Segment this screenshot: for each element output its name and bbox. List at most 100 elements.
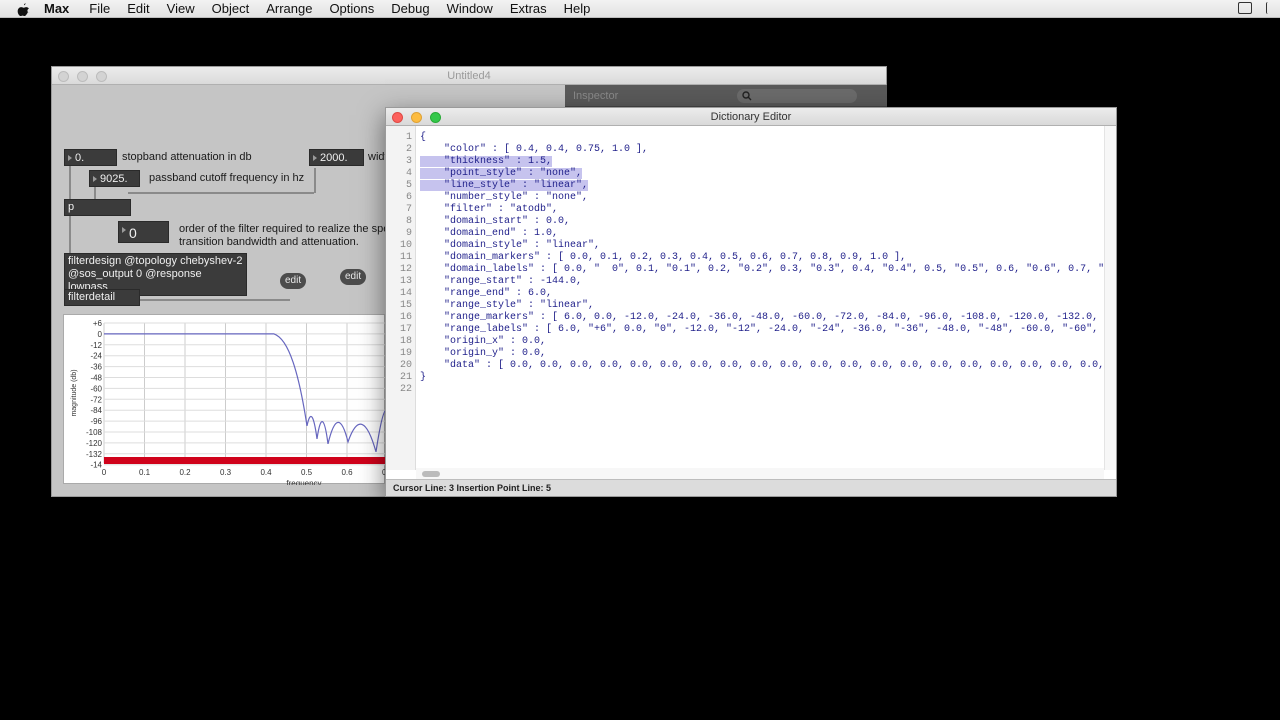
passband-number-box[interactable]: 9025. — [89, 170, 140, 187]
code-text: "origin_x" : 0.0, — [420, 336, 547, 347]
filterdetail-object[interactable]: filterdetail — [64, 289, 140, 306]
bluetooth-icon[interactable] — [1266, 2, 1274, 14]
y-tick-label: -120 — [86, 439, 103, 448]
menu-view[interactable]: View — [167, 1, 195, 16]
line-number: 20 — [399, 360, 412, 371]
dict-titlebar[interactable]: Dictionary Editor — [386, 108, 1116, 126]
x-tick-label: 0.3 — [220, 468, 232, 477]
patch-cord[interactable] — [128, 192, 314, 194]
zoom-button[interactable] — [96, 71, 107, 82]
line-number: 18 — [399, 336, 412, 347]
stopband-number-box[interactable]: 0. — [64, 149, 117, 166]
dict-window-controls — [392, 112, 441, 123]
patch-cord[interactable] — [314, 168, 316, 193]
code-line[interactable]: 7 "filter" : "atodb", — [386, 204, 1106, 216]
code-line[interactable]: 14 "range_end" : 6.0, — [386, 288, 1106, 300]
line-number: 15 — [399, 300, 412, 311]
order-number-box[interactable]: 0 — [118, 221, 169, 243]
line-number: 3 — [405, 156, 412, 167]
code-line[interactable]: 16 "range_markers" : [ 6.0, 0.0, -12.0, … — [386, 312, 1116, 324]
code-line[interactable]: 13 "range_start" : -144.0, — [386, 276, 1106, 288]
menu-extras[interactable]: Extras — [510, 1, 547, 16]
line-number: 19 — [399, 348, 412, 359]
code-text: "domain_style" : "linear", — [420, 240, 601, 251]
filter-response-plot: 00.10.20.30.40.50.60.70+60-12-24-36-48-6… — [71, 319, 386, 485]
code-line[interactable]: 3 "thickness" : 1.5, — [386, 156, 1106, 168]
code-text: "domain_markers" : [ 0.0, 0.1, 0.2, 0.3,… — [420, 252, 907, 263]
dict-zoom-button[interactable] — [430, 112, 441, 123]
code-text: "point_style" : "none", — [420, 168, 583, 179]
code-line[interactable]: 11 "domain_markers" : [ 0.0, 0.1, 0.2, 0… — [386, 252, 1106, 264]
x-tick-label: 0.6 — [341, 468, 353, 477]
line-number: 16 — [399, 312, 412, 323]
scroll-thumb[interactable] — [422, 471, 440, 477]
y-tick-label: -48 — [90, 374, 102, 383]
code-line[interactable]: 12 "domain_labels" : [ 0.0, " 0", 0.1, "… — [386, 264, 1116, 276]
close-button[interactable] — [58, 71, 69, 82]
code-line[interactable]: 2 "color" : [ 0.4, 0.4, 0.75, 1.0 ], — [386, 144, 1106, 156]
line-number: 22 — [399, 384, 412, 395]
code-line[interactable]: 20 "data" : [ 0.0, 0.0, 0.0, 0.0, 0.0, 0… — [386, 360, 1116, 372]
code-line[interactable]: 21} — [386, 372, 1106, 384]
code-line[interactable]: 5 "line_style" : "linear", — [386, 180, 1106, 192]
window-controls — [58, 71, 107, 82]
menu-options[interactable]: Options — [329, 1, 374, 16]
passband-comment: passband cutoff frequency in hz — [149, 172, 305, 184]
code-line[interactable]: 8 "domain_start" : 0.0, — [386, 216, 1106, 228]
line-number: 2 — [405, 144, 412, 155]
code-line[interactable]: 19 "origin_y" : 0.0, — [386, 348, 1106, 360]
code-text: "thickness" : 1.5, — [420, 156, 553, 167]
menu-window[interactable]: Window — [447, 1, 493, 16]
patch-cord[interactable] — [140, 299, 290, 301]
edit-message-1[interactable]: edit — [280, 273, 307, 289]
code-text: "color" : [ 0.4, 0.4, 0.75, 1.0 ], — [420, 144, 649, 155]
inspector-panel: Inspector — [565, 85, 887, 107]
minimize-button[interactable] — [77, 71, 88, 82]
y-tick-label: -96 — [90, 417, 102, 426]
code-text: "range_start" : -144.0, — [420, 276, 583, 287]
display-icon[interactable] — [1238, 2, 1252, 14]
apple-icon[interactable] — [16, 2, 30, 16]
code-text: "filter" : "atodb", — [420, 204, 559, 215]
menu-edit[interactable]: Edit — [127, 1, 149, 16]
patcher-titlebar[interactable]: Untitled4 — [52, 67, 886, 85]
y-tick-label: -132 — [86, 450, 103, 459]
code-line[interactable]: 22 — [386, 384, 1106, 396]
code-text: "line_style" : "linear", — [420, 180, 589, 191]
dict-text-editor[interactable]: 1{2 "color" : [ 0.4, 0.4, 0.75, 1.0 ], 3 … — [386, 126, 1116, 470]
menu-arrange[interactable]: Arrange — [266, 1, 312, 16]
code-line[interactable]: 9 "domain_end" : 1.0, — [386, 228, 1106, 240]
y-tick-label: +6 — [93, 319, 103, 328]
dict-close-button[interactable] — [392, 112, 403, 123]
code-text: "range_end" : 6.0, — [420, 288, 553, 299]
code-text: } — [420, 372, 427, 383]
filterdesign-line1: filterdesign @topology chebyshev-2 — [68, 255, 243, 267]
code-line[interactable]: 4 "point_style" : "none", — [386, 168, 1106, 180]
filter-response-graph[interactable]: 00.10.20.30.40.50.60.70+60-12-24-36-48-6… — [63, 314, 386, 485]
x-tick-label: 0.4 — [260, 468, 272, 477]
menu-help[interactable]: Help — [564, 1, 591, 16]
menu-file[interactable]: File — [89, 1, 110, 16]
response-curve — [104, 333, 386, 453]
code-line[interactable]: 6 "number_style" : "none", — [386, 192, 1106, 204]
dict-minimize-button[interactable] — [411, 112, 422, 123]
x-tick-label: 0 — [102, 468, 107, 477]
edit-message-2[interactable]: edit — [340, 269, 367, 285]
code-line[interactable]: 10 "domain_style" : "linear", — [386, 240, 1106, 252]
stopband-comment: stopband attenuation in db — [122, 151, 252, 163]
code-line[interactable]: 17 "range_labels" : [ 6.0, "+6", 0.0, "0… — [386, 324, 1116, 336]
subpatch-object[interactable]: p — [64, 199, 131, 216]
inspector-search-field[interactable] — [737, 89, 857, 103]
menubar: Max File Edit View Object Arrange Option… — [0, 0, 1280, 18]
menu-debug[interactable]: Debug — [391, 1, 429, 16]
code-text: "range_style" : "linear", — [420, 300, 595, 311]
vertical-scrollbar[interactable] — [1104, 126, 1116, 470]
code-line[interactable]: 15 "range_style" : "linear", — [386, 300, 1106, 312]
code-line[interactable]: 18 "origin_x" : 0.0, — [386, 336, 1106, 348]
line-number: 11 — [399, 252, 412, 263]
menu-object[interactable]: Object — [212, 1, 250, 16]
code-line[interactable]: 1{ — [386, 132, 1106, 144]
patch-cord[interactable] — [69, 215, 71, 253]
menu-app[interactable]: Max — [44, 1, 69, 16]
width-number-box[interactable]: 2000. — [309, 149, 364, 166]
